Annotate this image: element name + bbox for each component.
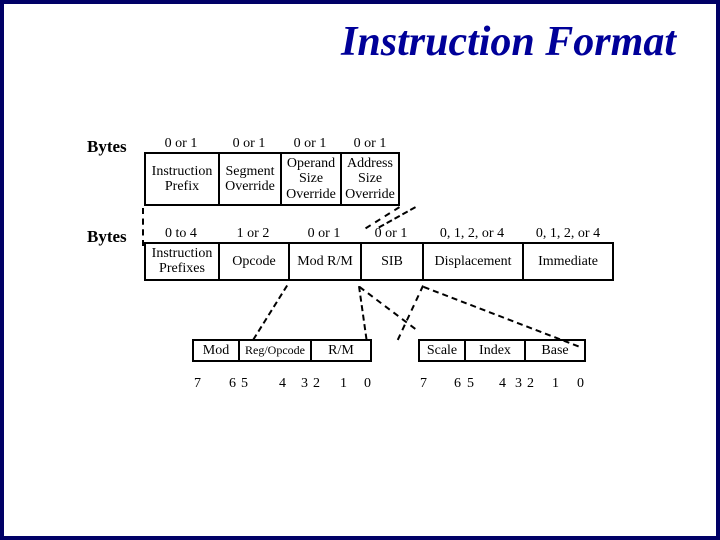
bit: 4 (279, 376, 286, 392)
dash (142, 208, 144, 246)
bytes-label-1: Bytes (87, 137, 127, 157)
cell: Index (464, 339, 524, 362)
cell: Operand Size Override (280, 152, 340, 206)
hdr: 1 or 2 (218, 224, 288, 242)
cell: Mod R/M (288, 242, 360, 281)
cell: SIB (360, 242, 422, 281)
slide-frame: Instruction Format Bytes 0 or 1 0 or 1 0… (0, 0, 720, 540)
sib-row: Scale Index Base (418, 339, 586, 362)
prefix-row: 0 or 1 0 or 1 0 or 1 0 or 1 Instruction … (144, 134, 400, 206)
hdr: 0 or 1 (288, 224, 360, 242)
hdr: 0 or 1 (280, 134, 340, 152)
cell: Instruction Prefix (144, 152, 218, 206)
hdr: 0, 1, 2, or 4 (422, 224, 522, 242)
cell: Address Size Override (340, 152, 400, 206)
bit: 6 (229, 376, 236, 392)
bit: 4 (499, 376, 506, 392)
bit: 6 (454, 376, 461, 392)
hdr: 0 or 1 (218, 134, 280, 152)
bit: 0 (364, 376, 371, 392)
page-title: Instruction Format (341, 18, 676, 66)
bytes-label-2: Bytes (87, 227, 127, 247)
modrm-row: Mod Reg/Opcode R/M (192, 339, 372, 362)
cell: Reg/Opcode (238, 339, 310, 362)
bit: 3 (515, 376, 522, 392)
bit: 3 (301, 376, 308, 392)
dash (252, 285, 288, 340)
bit: 7 (194, 376, 201, 392)
hdr: 0 or 1 (340, 134, 400, 152)
bit: 2 (313, 376, 320, 392)
bit: 1 (340, 376, 347, 392)
bit: 5 (467, 376, 474, 392)
hdr: 0 or 1 (144, 134, 218, 152)
bit: 5 (241, 376, 248, 392)
bit: 0 (577, 376, 584, 392)
cell: Opcode (218, 242, 288, 281)
bit: 7 (420, 376, 427, 392)
hdr: 0 to 4 (144, 224, 218, 242)
bit: 2 (527, 376, 534, 392)
cell: Immediate (522, 242, 614, 281)
cell: Base (524, 339, 586, 362)
dash (359, 286, 416, 330)
cell: Displacement (422, 242, 522, 281)
dash (397, 285, 424, 340)
cell: Instruction Prefixes (144, 242, 218, 281)
instruction-row: 0 to 4 1 or 2 0 or 1 0 or 1 0, 1, 2, or … (144, 224, 614, 281)
cell: R/M (310, 339, 372, 362)
cell: Mod (192, 339, 238, 362)
cell: Scale (418, 339, 464, 362)
dash (358, 286, 367, 340)
bit: 1 (552, 376, 559, 392)
cell: Segment Override (218, 152, 280, 206)
hdr: 0, 1, 2, or 4 (522, 224, 614, 242)
